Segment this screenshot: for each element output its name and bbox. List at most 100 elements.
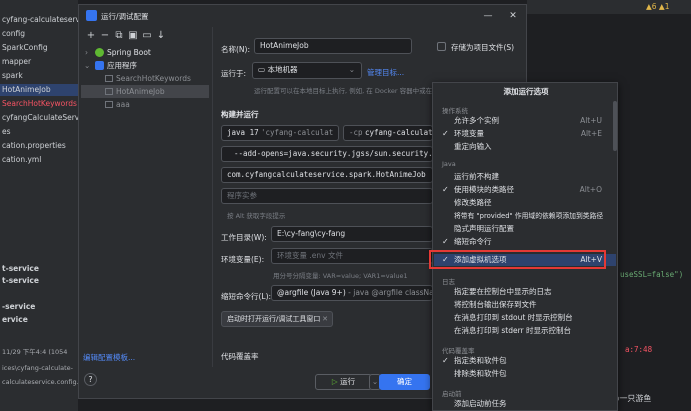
popup-item[interactable]: ✓ 环境变量 Alt+E bbox=[434, 128, 616, 140]
popup-item[interactable]: 重定向输入 bbox=[434, 141, 616, 153]
tree-group-label: Spring Boot bbox=[107, 48, 151, 57]
tree-row[interactable]: cyfang-calculateservice bbox=[0, 14, 78, 26]
env-hint: 用分号分隔变量: VAR=value; VAR1=value1 bbox=[273, 272, 408, 280]
edit-templates-link[interactable]: 编辑配置模板... bbox=[83, 352, 135, 363]
tree-row[interactable]: t-service bbox=[0, 275, 78, 287]
popup-item[interactable]: 指定要在控制台中显示的日志 bbox=[434, 286, 616, 298]
help-button[interactable]: ? bbox=[84, 373, 97, 386]
option-tag-label: 启动时打开运行/调试工具窗口 bbox=[227, 315, 321, 323]
name-input[interactable]: HotAnimeJob bbox=[254, 38, 412, 54]
popup-item[interactable]: 排除类和软件包 bbox=[434, 368, 616, 380]
popup-item-label: 将带有 "provided" 作用域的依赖项添加到类路径 bbox=[454, 212, 604, 220]
popup-group-heading: 操作系统 bbox=[442, 107, 468, 115]
popup-group-heading: Java bbox=[442, 160, 456, 168]
popup-item-label: 使用模块的类路径 bbox=[454, 185, 514, 194]
tree-row[interactable]: ervice bbox=[0, 314, 78, 326]
check-icon: ✓ bbox=[442, 356, 449, 365]
env-label: 环境变量(E): bbox=[221, 255, 265, 264]
popup-item-label: 在消息打印到 stdout 时显示控制台 bbox=[454, 313, 573, 322]
tree-group-spring-boot[interactable]: › Spring Boot bbox=[81, 46, 209, 59]
config-icon bbox=[105, 88, 113, 95]
classpath-select[interactable]: -cp cyfang-calculate bbox=[343, 125, 433, 141]
tree-group-label: 应用程序 bbox=[107, 61, 137, 70]
popup-item-label: 环境变量 bbox=[454, 129, 484, 138]
workdir-input[interactable]: E:\cy-fang\cy-fang bbox=[271, 226, 433, 242]
tree-item-config[interactable]: aaa bbox=[81, 98, 209, 111]
env-input[interactable]: 环境变量 .env 文件 bbox=[271, 248, 433, 264]
run-button-label: 运行 bbox=[340, 377, 356, 386]
main-class-input[interactable]: com.cyfangcalculateservice.spark.HotAnim… bbox=[221, 167, 433, 183]
folder-icon[interactable]: ▭ bbox=[141, 30, 153, 42]
popup-item[interactable]: 将带有 "provided" 作用域的依赖项添加到类路径 bbox=[434, 210, 616, 222]
tree-row[interactable]: cation.yml bbox=[0, 154, 78, 166]
popup-item[interactable]: 修改类路径 bbox=[434, 197, 616, 209]
tree-item-label: aaa bbox=[116, 100, 130, 109]
tree-row[interactable]: -service bbox=[0, 301, 78, 313]
inspection-counts[interactable]: ▲6 ▲1 bbox=[646, 2, 669, 11]
tree-row[interactable]: t-service bbox=[0, 263, 78, 275]
run-on-select[interactable]: ▭ 本地机器 ⌄ bbox=[252, 62, 362, 79]
program-args-input[interactable]: 程序实参 bbox=[221, 188, 433, 204]
popup-item-label: 指定要在控制台中显示的日志 bbox=[454, 287, 552, 296]
shorten-select[interactable]: @argfile (Java 9+) - java @argfile class… bbox=[271, 285, 433, 301]
copy-config-icon[interactable]: ⧉ bbox=[113, 30, 125, 42]
tree-item-label: SearchHotKeywords bbox=[116, 74, 191, 83]
build-run-heading: 构建并运行 bbox=[221, 110, 259, 119]
chevron-down-icon: ⌄ bbox=[84, 61, 91, 70]
add-run-options-popup: 添加运行选项 操作系统 允许多个实例 Alt+U ✓ 环境变量 Alt+E 重定向输入… bbox=[432, 82, 618, 411]
tree-row[interactable]: cyfangCalculateServiceA bbox=[0, 112, 78, 124]
popup-item[interactable]: ✓ 使用模块的类路径 Alt+O bbox=[434, 184, 616, 196]
jdk-select[interactable]: java 17 'cyfang-calculat bbox=[221, 125, 339, 141]
annotation-highlight-box bbox=[429, 250, 606, 269]
manage-targets-link[interactable]: 管理目标... bbox=[367, 67, 404, 78]
tree-row-selected[interactable]: HotAnimeJob bbox=[0, 84, 78, 96]
code-fragment-red: a:7:48 bbox=[625, 345, 653, 354]
popup-group-heading: 启动前 bbox=[442, 390, 462, 398]
close-icon[interactable]: ✕ bbox=[322, 312, 328, 326]
popup-title: 添加运行选项 bbox=[503, 87, 549, 96]
store-as-file-checkbox[interactable] bbox=[437, 42, 446, 51]
shorten-value: @argfile (Java 9+) bbox=[277, 288, 346, 297]
tree-item-config[interactable]: SearchHotKeywords bbox=[81, 72, 209, 85]
cp-value: cyfang-calculate bbox=[364, 128, 433, 137]
popup-item[interactable]: 添加启动前任务 bbox=[434, 398, 616, 410]
minimize-icon[interactable]: — bbox=[482, 10, 494, 22]
popup-item-label: 添加启动前任务 bbox=[454, 399, 507, 408]
remove-config-icon[interactable]: − bbox=[99, 30, 111, 42]
tree-group-application[interactable]: ⌄ 应用程序 bbox=[81, 59, 209, 72]
vm-options-input[interactable]: --add-opens=java.security.jgss/sun.secur… bbox=[221, 146, 433, 162]
popup-item[interactable]: 隐式声明运行配置 bbox=[434, 223, 616, 235]
tree-row[interactable]: cation.properties bbox=[0, 140, 78, 152]
run-on-label: 运行于: bbox=[221, 69, 247, 78]
tree-row[interactable]: SearchHotKeywords bbox=[0, 98, 78, 110]
popup-item[interactable]: 在消息打印到 stdout 时显示控制台 bbox=[434, 312, 616, 324]
run-button[interactable]: ▷ 运行 bbox=[315, 374, 372, 390]
tree-row[interactable]: SparkConfig bbox=[0, 42, 78, 54]
application-icon bbox=[95, 61, 104, 70]
ok-button[interactable]: 确定 bbox=[379, 374, 430, 390]
popup-item[interactable]: ✓ 指定类和软件包 bbox=[434, 355, 616, 367]
option-tag[interactable]: 启动时打开运行/调试工具窗口 ✕ bbox=[221, 311, 333, 327]
add-config-icon[interactable]: + bbox=[85, 30, 97, 42]
tree-row[interactable]: mapper bbox=[0, 56, 78, 68]
pane-divider bbox=[212, 27, 213, 367]
tree-item-config-selected[interactable]: HotAnimeJob bbox=[81, 85, 209, 98]
tree-row[interactable]: es bbox=[0, 126, 78, 138]
popup-item[interactable]: ✓ 缩短命令行 bbox=[434, 236, 616, 248]
popup-item[interactable]: 将控制台输出保存到文件 bbox=[434, 299, 616, 311]
popup-item-shortcut: Alt+E bbox=[580, 129, 602, 138]
chevron-right-icon: › bbox=[85, 48, 88, 57]
coverage-label: 代码覆盖率 bbox=[221, 352, 259, 361]
popup-item[interactable]: 允许多个实例 Alt+U bbox=[434, 115, 616, 127]
tree-row[interactable]: spark bbox=[0, 70, 78, 82]
tree-row[interactable]: config bbox=[0, 28, 78, 40]
status-line: 11/29 下午4:4 (1054 bbox=[2, 348, 68, 356]
save-config-icon[interactable]: ▣ bbox=[127, 30, 139, 42]
popup-item-label: 排除类和软件包 bbox=[454, 369, 507, 378]
sort-icon[interactable]: ↓ bbox=[155, 30, 167, 42]
workdir-label: 工作目录(W): bbox=[221, 233, 267, 242]
popup-item-label: 指定类和软件包 bbox=[454, 356, 507, 365]
popup-item[interactable]: 在消息打印到 stderr 时显示控制台 bbox=[434, 325, 616, 337]
close-icon[interactable]: ✕ bbox=[507, 10, 519, 22]
popup-item[interactable]: 运行前不构建 bbox=[434, 171, 616, 183]
